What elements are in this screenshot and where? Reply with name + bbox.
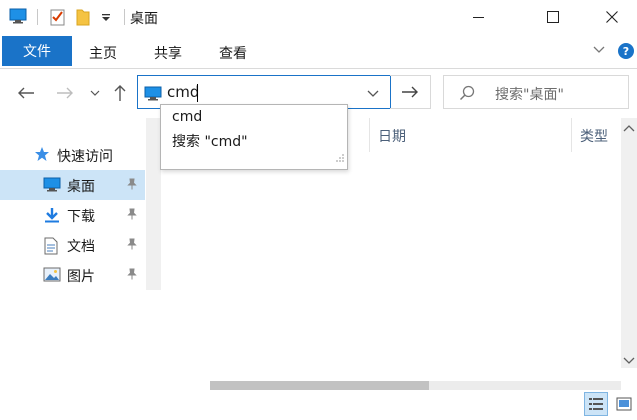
forward-arrow-icon [57, 87, 73, 99]
divider [0, 68, 637, 69]
nav-item-label: 桌面 [67, 179, 95, 195]
horizontal-scrollbar[interactable] [210, 378, 621, 394]
title-bar: 桌面 [0, 0, 637, 34]
details-view-button[interactable] [584, 392, 608, 416]
maximize-icon [547, 11, 559, 23]
column-header-date[interactable]: 日期 [369, 118, 571, 152]
nav-quick-access-label: 快速访问 [57, 149, 113, 165]
expand-ribbon-icon[interactable] [592, 42, 606, 60]
search-input[interactable]: 搜索"桌面" [495, 84, 564, 104]
address-history-chevron-icon[interactable] [367, 86, 379, 102]
close-button[interactable] [589, 0, 635, 34]
download-icon [43, 207, 61, 227]
nav-item-label: 文档 [67, 239, 95, 255]
minimize-icon [473, 17, 484, 18]
pin-icon [126, 208, 138, 224]
nav-pane-scrollbar[interactable] [146, 118, 161, 290]
tab-home[interactable]: 主页 [89, 43, 117, 63]
chevron-down-icon [90, 90, 100, 96]
content-scrollbar[interactable] [621, 118, 637, 368]
new-folder-icon[interactable] [76, 8, 90, 30]
details-view-icon [589, 398, 603, 410]
autocomplete-item-cmd[interactable]: cmd [172, 109, 202, 125]
star-icon [35, 147, 49, 161]
tab-view[interactable]: 查看 [219, 43, 247, 63]
column-header-type-label: 类型 [580, 129, 608, 145]
large-icons-view-icon [616, 397, 632, 411]
text-caret [197, 84, 198, 102]
properties-checklist-icon[interactable] [50, 8, 66, 30]
autocomplete-dropdown: cmd 搜索 "cmd" [160, 104, 348, 170]
pin-icon [126, 178, 138, 194]
scroll-up-icon[interactable] [622, 122, 636, 138]
separator [37, 9, 38, 25]
minimize-button[interactable] [455, 0, 501, 34]
search-icon [459, 85, 475, 105]
go-button[interactable] [390, 75, 431, 109]
nav-item-documents[interactable]: 文档 [0, 230, 145, 260]
customize-dropdown-icon[interactable] [101, 11, 111, 27]
desktop-icon [43, 177, 61, 196]
desktop-icon [144, 86, 162, 105]
search-box[interactable]: 搜索"桌面" [443, 75, 629, 109]
column-header-type[interactable]: 类型 [571, 118, 621, 152]
address-input[interactable]: cmd [167, 83, 199, 101]
monitor-icon[interactable] [9, 8, 27, 28]
pin-icon [126, 268, 138, 284]
large-icons-view-button[interactable] [612, 392, 636, 416]
nav-item-desktop[interactable]: 桌面 [0, 170, 145, 200]
close-icon [606, 11, 618, 23]
horizontal-scrollbar-thumb[interactable] [210, 381, 429, 390]
up-arrow-icon [114, 85, 126, 101]
nav-item-pictures[interactable]: 图片 [0, 260, 145, 290]
horizontal-scrollbar-track[interactable] [429, 381, 621, 390]
nav-item-label: 下载 [67, 209, 95, 225]
recent-locations-button[interactable] [88, 83, 102, 103]
tab-share[interactable]: 共享 [154, 43, 182, 63]
separator [124, 9, 125, 25]
autocomplete-item-search[interactable]: 搜索 "cmd" [172, 131, 248, 151]
pictures-icon [43, 267, 61, 287]
back-arrow-icon [18, 87, 34, 99]
help-icon[interactable]: ? [618, 43, 634, 59]
pin-icon [126, 238, 138, 254]
forward-button[interactable] [55, 83, 75, 103]
nav-item-downloads[interactable]: 下载 [0, 200, 145, 230]
scroll-down-icon[interactable] [622, 353, 636, 369]
document-icon [43, 237, 59, 259]
window-title: 桌面 [130, 11, 158, 27]
up-button[interactable] [111, 83, 129, 103]
resize-grip-icon[interactable] [335, 151, 345, 167]
go-arrow-icon [402, 86, 418, 98]
ribbon-tabs: 文件 主页 共享 查看 ? [0, 34, 637, 68]
back-button[interactable] [16, 83, 36, 103]
column-header-date-label: 日期 [378, 129, 406, 145]
maximize-button[interactable] [530, 0, 576, 34]
nav-item-label: 图片 [67, 269, 95, 285]
tab-file[interactable]: 文件 [2, 36, 72, 66]
